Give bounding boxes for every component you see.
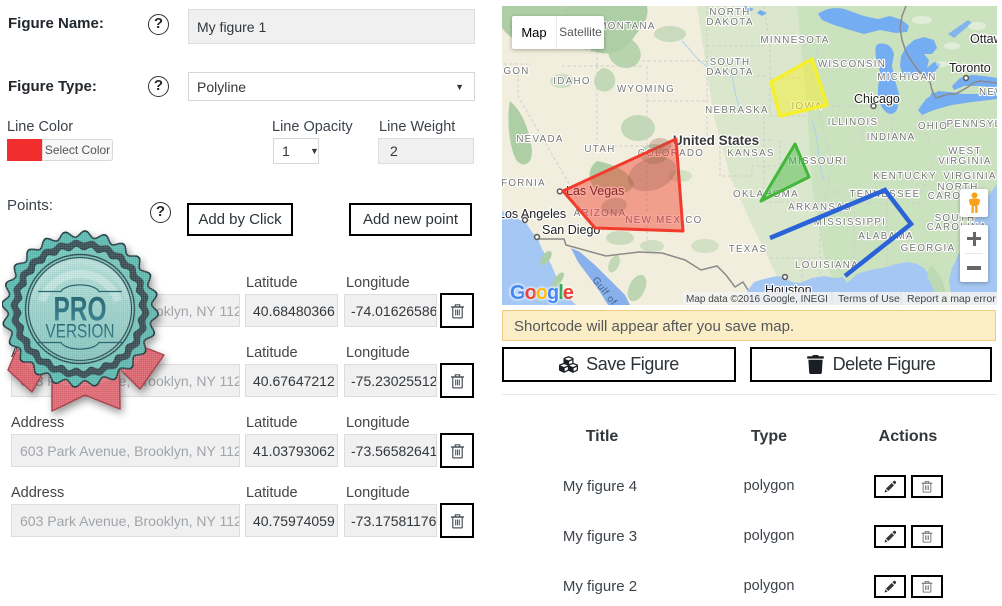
svg-text:VIRGINIA: VIRGINIA — [938, 156, 991, 167]
svg-text:WISCONSIN: WISCONSIN — [818, 59, 886, 70]
svg-text:Map data ©2016 Google, INEGI: Map data ©2016 Google, INEGI — [686, 294, 828, 305]
svg-text:ILLINOIS: ILLINOIS — [828, 117, 879, 128]
svg-text:NEW: NEW — [979, 87, 997, 98]
svg-text:MONTANA: MONTANA — [598, 21, 655, 32]
svg-text:PENNSYL: PENNSYL — [947, 119, 997, 130]
svg-text:NEBRASKA: NEBRASKA — [705, 105, 769, 116]
svg-text:Report a map error: Report a map error — [907, 293, 996, 305]
svg-text:CALIFORNIA: CALIFORNIA — [502, 178, 546, 189]
svg-text:NEVADA: NEVADA — [516, 134, 563, 145]
svg-text:Toronto: Toronto — [949, 61, 991, 75]
svg-text:TEXAS: TEXAS — [729, 244, 768, 255]
svg-text:VERSION: VERSION — [46, 321, 115, 343]
svg-text:Ottawa: Ottawa — [970, 32, 997, 46]
svg-text:OREGON: OREGON — [502, 66, 530, 77]
svg-text:MINNESOTA: MINNESOTA — [760, 35, 829, 46]
svg-text:WYOMING: WYOMING — [617, 84, 675, 95]
svg-text:ALABAMA: ALABAMA — [858, 231, 913, 242]
svg-text:GEORGIA: GEORGIA — [901, 243, 956, 254]
svg-text:United States: United States — [673, 133, 759, 148]
svg-text:KANSAS: KANSAS — [727, 148, 775, 159]
svg-text:DAKOTA: DAKOTA — [706, 17, 753, 28]
svg-text:UTAH: UTAH — [584, 144, 615, 155]
svg-text:Terms of Use: Terms of Use — [838, 293, 900, 305]
svg-text:MISSISSIPPI: MISSISSIPPI — [814, 217, 887, 228]
svg-text:LOUISIANA: LOUISIANA — [795, 260, 859, 271]
svg-text:DAKOTA: DAKOTA — [706, 67, 753, 78]
svg-text:MICHIGAN: MICHIGAN — [877, 72, 936, 83]
svg-text:VIRGINIA: VIRGINIA — [943, 171, 996, 182]
svg-text:OHIO: OHIO — [918, 121, 948, 132]
svg-text:INDIANA: INDIANA — [867, 132, 916, 143]
svg-text:IDAHO: IDAHO — [553, 76, 591, 87]
svg-text:Chicago: Chicago — [854, 92, 900, 106]
svg-text:KENTUCKY: KENTUCKY — [873, 171, 937, 182]
svg-text:Los Angeles: Los Angeles — [502, 207, 566, 221]
